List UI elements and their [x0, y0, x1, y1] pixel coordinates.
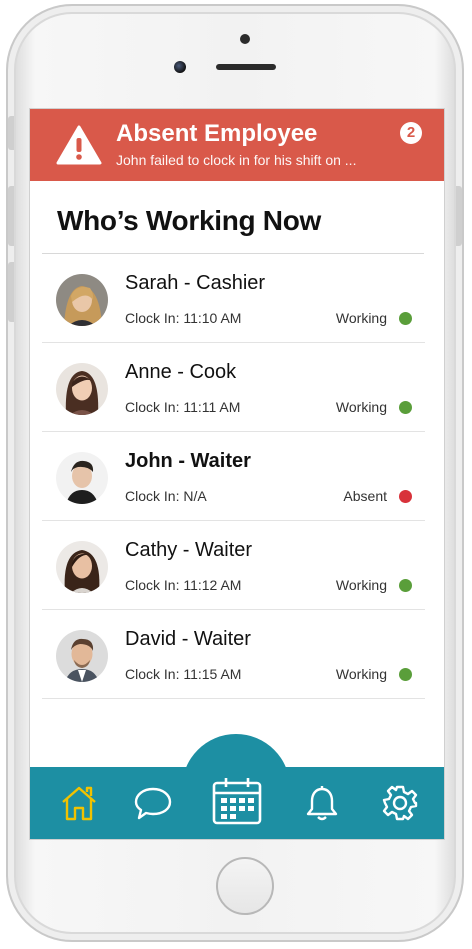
clock-in-time: Clock In: 11:15 AM	[125, 666, 242, 682]
bell-icon	[306, 786, 338, 821]
absent-alert-banner[interactable]: Absent Employee John failed to clock in …	[30, 109, 444, 181]
employee-row[interactable]: David - Waiter Clock In: 11:15 AM Workin…	[42, 610, 425, 699]
employee-row[interactable]: Sarah - Cashier Clock In: 11:10 AM Worki…	[42, 254, 425, 343]
clock-in-time: Clock In: 11:11 AM	[125, 399, 241, 415]
employee-row[interactable]: Anne - Cook Clock In: 11:11 AM Working	[42, 343, 425, 432]
bottom-nav	[30, 767, 444, 839]
avatar	[56, 274, 108, 326]
avatar	[56, 630, 108, 682]
proximity-sensor	[240, 34, 250, 44]
employee-name: Anne - Cook	[125, 361, 237, 383]
mute-switch	[8, 116, 14, 150]
power-button	[456, 186, 462, 246]
nav-settings[interactable]	[378, 781, 422, 825]
alert-message: John failed to clock in for his shift on…	[116, 152, 357, 168]
status-label: Working	[335, 666, 387, 682]
status-label: Working	[335, 577, 387, 593]
employee-row[interactable]: Cathy - Waiter Clock In: 11:12 AM Workin…	[42, 521, 425, 610]
avatar	[56, 452, 108, 504]
status-indicator	[399, 312, 412, 325]
volume-up-button	[8, 186, 14, 246]
home-icon	[62, 786, 96, 821]
employee-name: John - Waiter	[125, 450, 251, 472]
status-label: Working	[335, 310, 387, 326]
status-indicator	[399, 668, 412, 681]
employee-row[interactable]: John - Waiter Clock In: N/A Absent	[42, 432, 425, 521]
nav-schedule[interactable]	[209, 773, 265, 829]
home-button[interactable]	[216, 857, 274, 915]
app-screen: Absent Employee John failed to clock in …	[29, 108, 445, 840]
front-camera	[174, 61, 186, 73]
status-indicator	[399, 401, 412, 414]
status-label: Absent	[343, 488, 387, 504]
warning-icon	[56, 125, 102, 165]
employee-name: Cathy - Waiter	[125, 539, 253, 561]
status-indicator	[399, 490, 412, 503]
calendar-icon	[212, 778, 262, 825]
page-title: Who’s Working Now	[57, 205, 321, 236]
employee-name: David - Waiter	[125, 628, 251, 650]
gear-icon	[382, 785, 418, 821]
avatar	[56, 541, 108, 593]
chat-icon	[134, 787, 172, 820]
volume-down-button	[8, 262, 14, 322]
status-label: Working	[335, 399, 387, 415]
avatar	[56, 363, 108, 415]
employee-name: Sarah - Cashier	[125, 272, 266, 294]
clock-in-time: Clock In: N/A	[125, 488, 207, 504]
clock-in-time: Clock In: 11:10 AM	[125, 310, 242, 326]
nav-notifications[interactable]	[300, 781, 344, 825]
nav-home[interactable]	[57, 781, 101, 825]
earpiece-speaker	[216, 64, 276, 70]
clock-in-time: Clock In: 11:12 AM	[125, 577, 242, 593]
status-indicator	[399, 579, 412, 592]
employee-list: Sarah - Cashier Clock In: 11:10 AM Worki…	[42, 254, 425, 699]
alert-count-badge: 2	[400, 122, 422, 144]
alert-title: Absent Employee	[116, 120, 318, 147]
nav-messages[interactable]	[131, 781, 175, 825]
